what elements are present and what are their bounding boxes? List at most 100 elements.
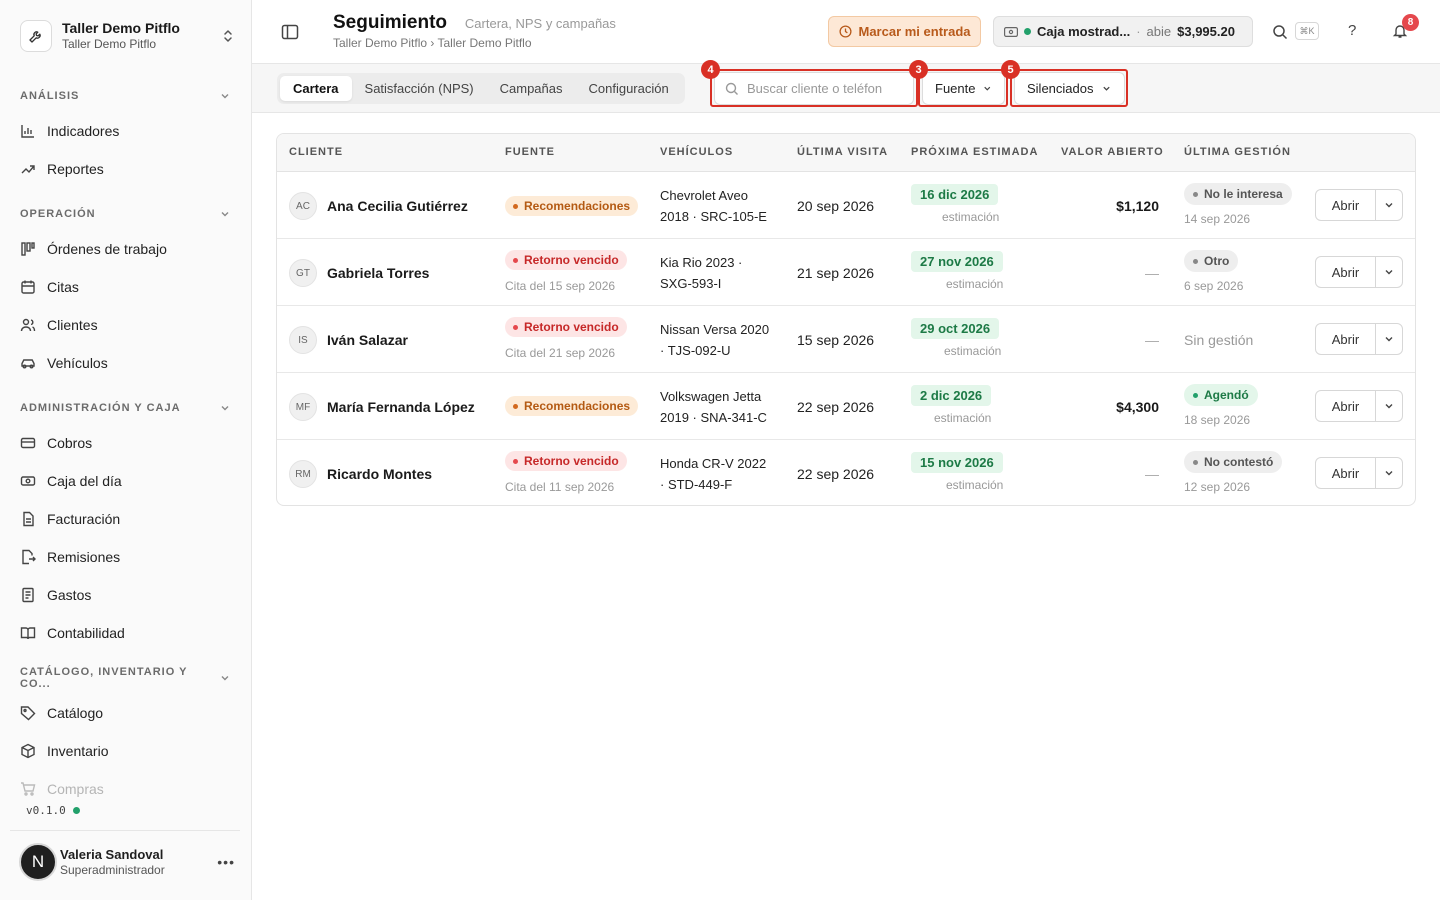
status-date: 6 sep 2026 <box>1184 279 1244 293</box>
last-visit: 22 sep 2026 <box>797 399 875 415</box>
more-icon[interactable]: ••• <box>217 854 239 870</box>
column-header[interactable]: VEHÍCULOS <box>660 146 733 158</box>
open-button-group: Abrir <box>1315 390 1403 422</box>
sidebar-item-gastos[interactable]: Gastos <box>0 576 252 614</box>
estimate-label: estimación <box>946 277 1004 291</box>
sidebar-item-clientes[interactable]: Clientes <box>0 306 252 344</box>
top-header: Seguimiento Cartera, NPS y campañas Tall… <box>252 0 1440 64</box>
export-file-icon <box>20 549 36 565</box>
source-subtext: Cita del 11 sep 2026 <box>505 480 615 494</box>
open-button[interactable]: Abrir <box>1316 324 1376 354</box>
chevron-down-icon <box>221 406 229 411</box>
sidebar-item-label: Inventario <box>47 743 109 759</box>
clock-icon <box>838 25 852 38</box>
mark-entry-button[interactable]: Marcar mi entrada <box>828 16 981 47</box>
vehicle-line: Nissan Versa 2020 <box>660 322 770 337</box>
tab-campanas[interactable]: Campañas <box>487 76 576 101</box>
user-name: Valeria Sandoval <box>60 846 164 862</box>
status-label: No contestó <box>1204 455 1274 469</box>
help-icon[interactable]: ? <box>1348 22 1356 39</box>
section-operacion[interactable]: OPERACIÓN <box>0 198 252 230</box>
source-badge-label: Retorno vencido <box>524 320 619 334</box>
avatar: N <box>19 843 57 881</box>
open-button[interactable]: Abrir <box>1316 458 1376 488</box>
sidebar-item-inventario[interactable]: Inventario <box>0 732 252 770</box>
calendar-icon <box>20 279 36 295</box>
table-row[interactable]: IS Iván Salazar Retorno vencido Cita del… <box>277 306 1415 373</box>
client-name[interactable]: María Fernanda López <box>327 399 475 415</box>
chevron-down-icon[interactable] <box>1376 190 1402 220</box>
sidebar-item-label: Citas <box>47 279 79 295</box>
section-analisis[interactable]: ANÁLISIS <box>0 80 252 112</box>
client-name[interactable]: Ricardo Montes <box>327 466 432 482</box>
vehicle-line: 2019 · SNA-341-C <box>660 410 767 425</box>
chevron-down-icon[interactable] <box>1376 391 1402 421</box>
chevron-down-icon[interactable] <box>1376 458 1402 488</box>
client-name[interactable]: Ana Cecilia Gutiérrez <box>327 198 468 214</box>
tab-configuracion[interactable]: Configuración <box>576 76 682 101</box>
register-name: Caja mostrad... <box>1037 24 1131 39</box>
sidebar-item-label: Caja del día <box>47 473 122 489</box>
client-initials: RM <box>289 460 317 488</box>
sidebar-item-vehiculos[interactable]: Vehículos <box>0 344 252 382</box>
sidebar-item-remisiones[interactable]: Remisiones <box>0 538 252 576</box>
table-row[interactable]: GT Gabriela Torres Retorno vencido Cita … <box>277 239 1415 306</box>
status-label: Otro <box>1204 254 1230 268</box>
sidebar-item-facturacion[interactable]: Facturación <box>0 500 252 538</box>
breadcrumb[interactable]: Taller Demo Pitflo › Taller Demo Pitflo <box>333 36 616 50</box>
sidebar-item-caja[interactable]: Caja del día <box>0 462 252 500</box>
column-header[interactable]: FUENTE <box>505 146 555 158</box>
table-row[interactable]: MF María Fernanda López Recomendaciones … <box>277 373 1415 440</box>
source-badge: Recomendaciones <box>505 196 639 216</box>
status-date: 14 sep 2026 <box>1184 212 1251 226</box>
sidebar-item-cobros[interactable]: Cobros <box>0 424 252 462</box>
status-none: Sin gestión <box>1184 332 1254 348</box>
open-button[interactable]: Abrir <box>1316 190 1376 220</box>
client-name[interactable]: Gabriela Torres <box>327 265 429 281</box>
tab-nps[interactable]: Satisfacción (NPS) <box>352 76 487 101</box>
sidebar-item-label: Cobros <box>47 435 93 451</box>
vehicle-line: Chevrolet Aveo <box>660 188 748 203</box>
sidebar-item-compras[interactable]: Compras <box>0 770 252 808</box>
sidebar-item-label: Clientes <box>47 317 98 333</box>
cash-icon <box>20 473 36 489</box>
table-header: CLIENTE FUENTE VEHÍCULOS ÚLTIMA VISITA P… <box>277 134 1415 172</box>
chart-bars-icon <box>20 123 36 139</box>
sidebar-item-contabilidad[interactable]: Contabilidad <box>0 614 252 652</box>
user-menu[interactable]: N Valeria Sandoval Superadministrador ••… <box>19 842 239 882</box>
column-header[interactable]: ÚLTIMA GESTIÓN <box>1184 146 1291 158</box>
section-catalogo[interactable]: CATÁLOGO, INVENTARIO Y CO... <box>0 662 252 694</box>
workspace-switcher[interactable]: Taller Demo Pitflo Taller Demo Pitflo <box>20 16 236 56</box>
vehicle-line: · TJS-092-U <box>660 343 731 358</box>
table-row[interactable]: AC Ana Cecilia Gutiérrez Recomendaciones… <box>277 172 1415 239</box>
sidebar-item-reportes[interactable]: Reportes <box>0 150 252 188</box>
vehicle-line: · STD-449-F <box>660 477 733 492</box>
cash-register-selector[interactable]: Caja mostrad... · abie $3,995.20 <box>993 16 1253 47</box>
client-name[interactable]: Iván Salazar <box>327 332 408 348</box>
column-header[interactable]: PRÓXIMA ESTIMADA <box>911 146 1038 158</box>
estimate-label: estimación <box>942 210 1000 224</box>
status-dot <box>72 807 80 814</box>
book-icon <box>20 625 36 641</box>
sidebar-item-ordenes[interactable]: Órdenes de trabajo <box>0 230 252 268</box>
open-button[interactable]: Abrir <box>1316 257 1376 287</box>
open-button-group: Abrir <box>1315 457 1403 489</box>
search-icon[interactable] <box>1272 24 1288 40</box>
open-button[interactable]: Abrir <box>1316 391 1376 421</box>
highlight-muted <box>1010 69 1128 107</box>
column-header[interactable]: ÚLTIMA VISITA <box>797 146 888 158</box>
chevron-down-icon[interactable] <box>1376 324 1402 354</box>
register-amount: $3,995.20 <box>1177 24 1235 39</box>
credit-card-icon <box>20 435 36 451</box>
section-administracion[interactable]: ADMINISTRACIÓN Y CAJA <box>0 392 252 424</box>
table-row[interactable]: RM Ricardo Montes Retorno vencido Cita d… <box>277 440 1415 505</box>
last-visit: 22 sep 2026 <box>797 466 875 482</box>
tab-cartera[interactable]: Cartera <box>280 76 352 101</box>
chevron-down-icon[interactable] <box>1376 257 1402 287</box>
sidebar-item-citas[interactable]: Citas <box>0 268 252 306</box>
column-header[interactable]: VALOR ABIERTO <box>1061 146 1164 158</box>
sidebar-item-catalogo[interactable]: Catálogo <box>0 694 252 732</box>
column-header[interactable]: CLIENTE <box>289 146 343 158</box>
sidebar-item-indicadores[interactable]: Indicadores <box>0 112 252 150</box>
sidebar-toggle-icon[interactable] <box>280 22 300 42</box>
